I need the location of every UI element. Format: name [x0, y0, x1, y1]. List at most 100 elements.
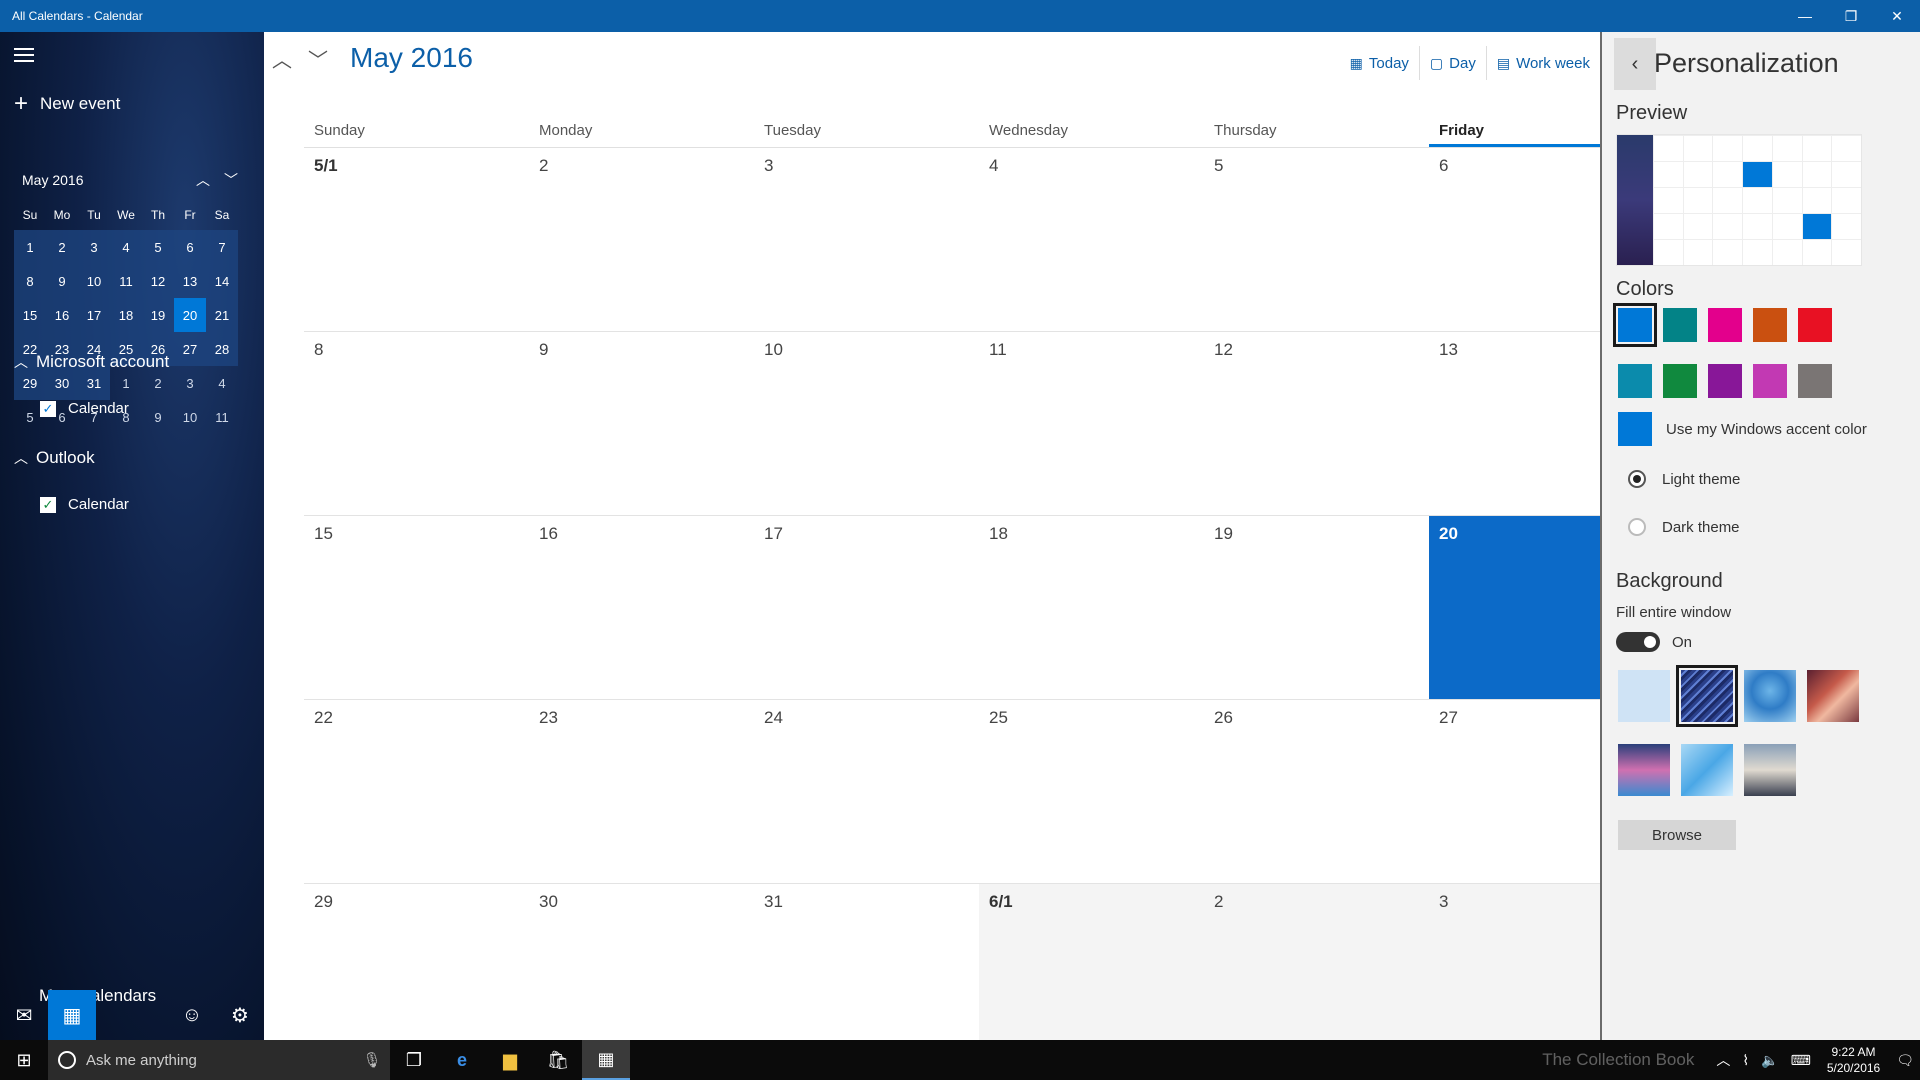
smiley-icon[interactable]: ☺	[168, 990, 216, 1040]
color-swatch[interactable]	[1798, 308, 1832, 342]
mini-calendar-day[interactable]: 3	[174, 366, 206, 400]
volume-icon[interactable]: 🔈	[1755, 1052, 1784, 1069]
color-swatch[interactable]	[1798, 364, 1832, 398]
mini-calendar-day[interactable]: 18	[110, 298, 142, 332]
mini-calendar-day[interactable]: 12	[142, 264, 174, 298]
microphone-icon[interactable]: 🎙	[354, 1051, 390, 1069]
calendar-day-cell[interactable]: 3	[1429, 884, 1600, 1040]
calendar-day-cell[interactable]: 12	[1204, 332, 1429, 515]
next-month-icon[interactable]: ﹀	[308, 44, 328, 73]
restore-button[interactable]: ❐	[1828, 0, 1874, 32]
radio-selected-icon[interactable]	[1628, 470, 1646, 488]
calendar-day-cell[interactable]: 15	[304, 516, 529, 699]
calendar-toggle-microsoft[interactable]: ✓ Calendar	[40, 400, 129, 417]
chevron-down-icon[interactable]: ﹀	[224, 170, 238, 190]
account-outlook[interactable]: ︿ Outlook	[14, 448, 95, 468]
accent-color-option[interactable]: Use my Windows accent color	[1618, 412, 1867, 446]
mini-calendar-day[interactable]: 10	[174, 400, 206, 434]
mini-calendar-day[interactable]: 13	[174, 264, 206, 298]
color-swatch[interactable]	[1753, 308, 1787, 342]
windows-start-icon[interactable]: ⊞	[0, 1040, 48, 1080]
calendar-day-cell[interactable]: 29	[304, 884, 529, 1040]
checkbox-checked-icon[interactable]: ✓	[40, 496, 56, 513]
mini-calendar-day[interactable]: 28	[206, 332, 238, 366]
background-thumbnail[interactable]	[1744, 670, 1796, 722]
background-thumbnail[interactable]	[1681, 744, 1733, 796]
mini-calendar-day[interactable]: 9	[142, 400, 174, 434]
calendar-day-cell[interactable]: 5/1	[304, 148, 529, 331]
mini-calendar-day[interactable]: 2	[46, 230, 78, 264]
color-swatch[interactable]	[1708, 364, 1742, 398]
task-view-icon[interactable]: ❐	[390, 1040, 438, 1080]
file-explorer-icon[interactable]: ▆	[486, 1040, 534, 1080]
calendar-day-cell[interactable]: 30	[529, 884, 754, 1040]
store-icon[interactable]: 🛍	[534, 1040, 582, 1080]
color-swatch[interactable]	[1618, 364, 1652, 398]
browse-button[interactable]: Browse	[1618, 820, 1736, 850]
calendar-icon[interactable]: ▦	[48, 990, 96, 1040]
calendar-day-cell[interactable]: 10	[754, 332, 979, 515]
mini-calendar-day[interactable]: 11	[110, 264, 142, 298]
background-thumbnail[interactable]	[1618, 744, 1670, 796]
mini-calendar-day[interactable]: 6	[174, 230, 206, 264]
background-thumbnail-selected[interactable]	[1676, 665, 1738, 727]
calendar-day-cell[interactable]: 2	[1204, 884, 1429, 1040]
dark-theme-radio[interactable]: Dark theme	[1628, 518, 1740, 536]
chevron-up-icon[interactable]: ︿	[1710, 1050, 1736, 1070]
mini-calendar-day[interactable]: 14	[206, 264, 238, 298]
calendar-day-cell[interactable]: 3	[754, 148, 979, 331]
mini-calendar-day[interactable]: 1	[14, 230, 46, 264]
mini-calendar-day[interactable]: 4	[110, 230, 142, 264]
mini-calendar-day[interactable]: 19	[142, 298, 174, 332]
mini-calendar-day[interactable]: 9	[46, 264, 78, 298]
calendar-day-cell[interactable]: 4	[979, 148, 1204, 331]
light-theme-radio[interactable]: Light theme	[1628, 470, 1740, 488]
mini-calendar-day[interactable]: 11	[206, 400, 238, 434]
calendar-day-cell[interactable]: 27	[1429, 700, 1600, 883]
today-button[interactable]: ▦ Today	[1340, 46, 1419, 80]
keyboard-icon[interactable]: ⌨	[1785, 1052, 1817, 1069]
calendar-day-cell[interactable]: 20	[1429, 516, 1600, 699]
calendar-day-cell[interactable]: 18	[979, 516, 1204, 699]
calendar-day-cell[interactable]: 2	[529, 148, 754, 331]
close-button[interactable]: ✕	[1874, 0, 1920, 32]
calendar-day-cell[interactable]: 11	[979, 332, 1204, 515]
mini-calendar-day[interactable]: 4	[206, 366, 238, 400]
back-arrow-icon[interactable]: ‹	[1614, 38, 1656, 90]
clock[interactable]: 9:22 AM 5/20/2016	[1817, 1044, 1890, 1076]
gear-icon[interactable]: ⚙	[216, 990, 264, 1040]
calendar-toggle-outlook[interactable]: ✓ Calendar	[40, 496, 129, 513]
background-thumbnail[interactable]	[1744, 744, 1796, 796]
mail-icon[interactable]: ✉	[0, 990, 48, 1040]
edge-browser-icon[interactable]: e	[438, 1040, 486, 1080]
hamburger-menu-icon[interactable]	[14, 48, 34, 62]
calendar-app-icon[interactable]: ▦	[582, 1040, 630, 1080]
new-event-button[interactable]: + New event	[14, 92, 120, 116]
fill-window-toggle[interactable]	[1616, 632, 1660, 652]
calendar-day-cell[interactable]: 9	[529, 332, 754, 515]
calendar-day-cell[interactable]: 16	[529, 516, 754, 699]
account-microsoft[interactable]: ︿ Microsoft account	[14, 352, 169, 372]
chevron-up-icon[interactable]: ︿	[196, 170, 210, 190]
mini-calendar-day[interactable]: 5	[142, 230, 174, 264]
background-thumbnail[interactable]	[1618, 670, 1670, 722]
mini-calendar-day[interactable]: 20	[174, 298, 206, 332]
color-swatch[interactable]	[1753, 364, 1787, 398]
color-swatch[interactable]	[1663, 308, 1697, 342]
color-swatch[interactable]	[1708, 308, 1742, 342]
color-swatch[interactable]	[1663, 364, 1697, 398]
mini-calendar-day[interactable]: 3	[78, 230, 110, 264]
calendar-day-cell[interactable]: 22	[304, 700, 529, 883]
accent-color-swatch[interactable]	[1618, 412, 1652, 446]
calendar-day-cell[interactable]: 6/1	[979, 884, 1204, 1040]
previous-month-icon[interactable]: ︿	[272, 44, 292, 73]
calendar-day-cell[interactable]: 24	[754, 700, 979, 883]
mini-calendar-day[interactable]: 15	[14, 298, 46, 332]
calendar-day-cell[interactable]: 19	[1204, 516, 1429, 699]
calendar-day-cell[interactable]: 6	[1429, 148, 1600, 331]
background-thumbnail[interactable]	[1807, 670, 1859, 722]
mini-calendar-day[interactable]: 21	[206, 298, 238, 332]
calendar-day-cell[interactable]: 31	[754, 884, 979, 1040]
calendar-day-cell[interactable]: 5	[1204, 148, 1429, 331]
mini-calendar-day[interactable]: 7	[206, 230, 238, 264]
